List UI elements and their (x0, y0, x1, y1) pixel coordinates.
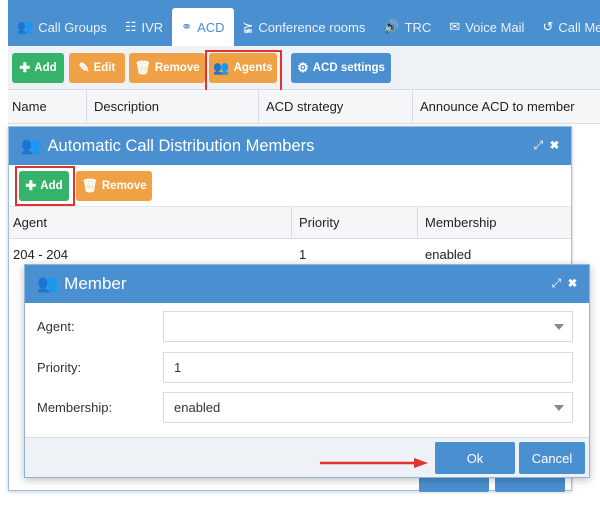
sitemap-icon: ☷ (124, 19, 137, 34)
tab-trc[interactable]: 🔊 TRC (374, 8, 440, 46)
chevron-down-icon (554, 405, 564, 411)
chevron-down-icon (554, 324, 564, 330)
member-dialog-footer: Ok Cancel (25, 437, 589, 477)
acd-settings-button[interactable]: ⚙ ACD settings (291, 53, 391, 83)
column-acd-strategy[interactable]: ACD strategy (266, 99, 343, 114)
priority-input[interactable]: 1 (163, 352, 573, 383)
column-divider (291, 207, 292, 239)
column-membership[interactable]: Membership (425, 215, 497, 230)
agent-label: Agent: (37, 319, 75, 334)
remove-member-button[interactable]: 🗑 Remove (76, 171, 152, 201)
headset-icon: ⚭ (181, 19, 193, 34)
tab-voice-mail[interactable]: ✉ Voice Mail (440, 8, 533, 46)
history-icon: ↺ (542, 19, 554, 34)
column-agent[interactable]: Agent (13, 215, 47, 230)
annotation-arrow (320, 458, 428, 468)
ok-button[interactable]: Ok (435, 442, 515, 474)
remove-button[interactable]: 🗑 Remove (129, 53, 205, 83)
cancel-button[interactable]: Cancel (519, 442, 585, 474)
users-icon: 👥 (37, 274, 59, 293)
acd-toolbar: ✚ Add ✎ Edit 🗑 Remove 👥 Agents ⚙ ACD settings (8, 46, 600, 90)
agent-select[interactable] (163, 311, 573, 342)
annotation-arrow-head (414, 458, 428, 468)
membership-select[interactable]: enabled (163, 392, 573, 423)
tab-ivr[interactable]: ☷ IVR (116, 8, 172, 46)
close-icon[interactable]: ✖ (550, 138, 559, 152)
close-icon[interactable]: ✖ (568, 276, 577, 290)
envelope-icon: ✉ (449, 19, 461, 34)
users-icon: 👥 (21, 136, 42, 155)
module-tabbar: 👥 Call Groups ☷ IVR ⚭ ACD ⪶ Conference rooms… (8, 0, 600, 46)
tab-acd[interactable]: ⚭ ACD (172, 8, 234, 46)
priority-label: Priority: (37, 360, 82, 375)
member-dialog: 👥 Member ⤢ ✖ Agent: Priority: 1 Membersh… (24, 264, 590, 478)
member-form: Agent: Priority: 1 Membership: enabled (25, 303, 589, 437)
agent-cell: 204 - 204 (13, 247, 68, 262)
member-dialog-title[interactable]: 👥 Member ⤢ ✖ (25, 265, 589, 303)
tab-call-me[interactable]: ↺ Call Me (533, 8, 600, 46)
plus-icon: ✚ (19, 60, 31, 75)
expand-icon[interactable]: ⤢ (534, 138, 544, 152)
members-toolbar: ✚ Add 🗑 Remove (9, 165, 571, 207)
add-button[interactable]: ✚ Add (12, 53, 64, 83)
edit-button[interactable]: ✎ Edit (69, 53, 125, 83)
column-divider (258, 90, 259, 124)
agents-highlight-box (205, 50, 282, 92)
priority-cell: 1 (299, 247, 307, 262)
column-announce-acd[interactable]: Announce ACD to member (420, 99, 575, 114)
column-divider (417, 207, 418, 239)
acd-table-header: Name Description ACD strategy Announce A… (8, 90, 600, 124)
column-description[interactable]: Description (94, 99, 159, 114)
membership-cell: enabled (425, 247, 472, 262)
acd-members-dialog-title[interactable]: 👥 Automatic Call Distribution Members ⤢ … (9, 127, 571, 165)
members-table-header: Agent Priority Membership (9, 207, 571, 239)
column-name[interactable]: Name (12, 99, 47, 114)
pencil-icon: ✎ (78, 60, 90, 75)
trash-icon: 🗑 (134, 60, 151, 75)
add-highlight-box (15, 166, 75, 206)
tab-call-groups[interactable]: 👥 Call Groups (8, 8, 116, 46)
column-divider (86, 90, 87, 124)
column-priority[interactable]: Priority (299, 215, 339, 230)
column-divider (412, 90, 413, 124)
gear-icon: ⚙ (297, 60, 309, 75)
expand-icon[interactable]: ⤢ (552, 276, 562, 290)
membership-label: Membership: (37, 400, 113, 415)
volume-icon: 🔊 (383, 19, 400, 34)
tab-conference-rooms[interactable]: ⪶ Conference rooms (234, 8, 375, 46)
users-icon: 👥 (17, 19, 34, 34)
share-icon: ⪶ (242, 19, 254, 34)
trash-icon: 🗑 (81, 178, 98, 193)
